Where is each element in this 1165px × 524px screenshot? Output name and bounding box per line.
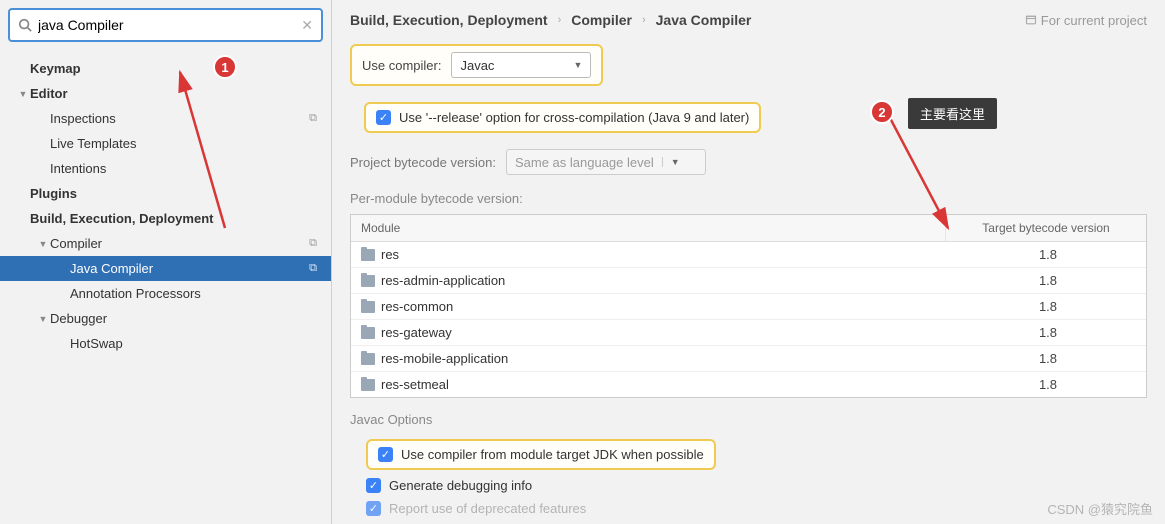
tree-arrow-icon: ▼: [36, 314, 50, 324]
tree-item-label: HotSwap: [70, 336, 323, 351]
opt-module-jdk-row: ✓ Use compiler from module target JDK wh…: [366, 439, 716, 470]
column-module[interactable]: Module: [351, 215, 946, 241]
tree-item-label: Debugger: [50, 311, 323, 326]
folder-icon: [361, 327, 375, 339]
tree-item-label: Intentions: [50, 161, 323, 176]
tree-item-editor[interactable]: ▼Editor: [0, 81, 331, 106]
search-input[interactable]: [38, 17, 301, 33]
tree-item-label: Java Compiler: [70, 261, 309, 276]
tree-item-plugins[interactable]: Plugins: [0, 181, 331, 206]
tree-item-keymap[interactable]: Keymap: [0, 56, 331, 81]
breadcrumb: Build, Execution, Deployment › Compiler …: [332, 0, 1165, 38]
tree-item-label: Editor: [30, 86, 323, 101]
tree-item-label: Compiler: [50, 236, 309, 251]
folder-icon: [361, 249, 375, 261]
copy-icon: ⧉: [309, 237, 317, 250]
project-scope-label: For current project: [1025, 13, 1147, 28]
javac-options-label: Javac Options: [350, 412, 1147, 427]
project-bytecode-select[interactable]: Same as language level ▼: [506, 149, 706, 175]
tree-arrow-icon: ▼: [36, 239, 50, 249]
table-row[interactable]: res 1.8: [351, 242, 1146, 268]
folder-icon: [361, 379, 375, 391]
search-box[interactable]: ✕: [8, 8, 323, 42]
tree-item-java-compiler[interactable]: Java Compiler⧉: [0, 256, 331, 281]
chevron-down-icon: ▼: [574, 60, 583, 70]
chevron-right-icon: ›: [558, 14, 562, 26]
use-compiler-select[interactable]: Javac ▼: [451, 52, 591, 78]
module-version[interactable]: 1.8: [950, 242, 1146, 267]
folder-icon: [361, 301, 375, 313]
tree-item-compiler[interactable]: ▼Compiler⧉: [0, 231, 331, 256]
breadcrumb-item[interactable]: Compiler: [571, 12, 632, 28]
module-version[interactable]: 1.8: [950, 372, 1146, 397]
breadcrumb-current: Java Compiler: [656, 12, 752, 28]
table-row[interactable]: res-common 1.8: [351, 294, 1146, 320]
tree-item-annotation-processors[interactable]: Annotation Processors: [0, 281, 331, 306]
settings-sidebar: ✕ Keymap▼EditorInspections⧉Live Template…: [0, 0, 332, 524]
watermark: CSDN @猿究院鱼: [1047, 499, 1153, 518]
tree-item-inspections[interactable]: Inspections⧉: [0, 106, 331, 131]
tree-item-debugger[interactable]: ▼Debugger: [0, 306, 331, 331]
release-option-row: ✓ Use '--release' option for cross-compi…: [364, 102, 761, 133]
module-name: res-mobile-application: [381, 351, 508, 366]
settings-tree: Keymap▼EditorInspections⧉Live TemplatesI…: [0, 50, 331, 362]
module-version[interactable]: 1.8: [950, 346, 1146, 371]
release-option-label: Use '--release' option for cross-compila…: [399, 110, 749, 125]
copy-icon: ⧉: [309, 262, 317, 275]
search-icon: [18, 18, 32, 32]
module-name: res-gateway: [381, 325, 452, 340]
tree-item-label: Plugins: [30, 186, 323, 201]
tree-item-label: Inspections: [50, 111, 309, 126]
annotation-badge-2: 2: [870, 100, 894, 124]
breadcrumb-item[interactable]: Build, Execution, Deployment: [350, 12, 548, 28]
module-name: res-setmeal: [381, 377, 449, 392]
module-name: res: [381, 247, 399, 262]
module-version[interactable]: 1.8: [950, 294, 1146, 319]
clear-search-icon[interactable]: ✕: [301, 17, 313, 34]
tree-item-label: Keymap: [30, 61, 323, 76]
copy-icon: ⧉: [309, 112, 317, 125]
release-checkbox[interactable]: ✓: [376, 110, 391, 125]
folder-icon: [361, 275, 375, 287]
per-module-label: Per-module bytecode version:: [350, 191, 1147, 206]
module-version[interactable]: 1.8: [950, 320, 1146, 345]
opt-module-jdk-checkbox[interactable]: ✓: [378, 447, 393, 462]
table-row[interactable]: res-mobile-application 1.8: [351, 346, 1146, 372]
tree-item-label: Build, Execution, Deployment: [30, 211, 323, 226]
opt-debug-label: Generate debugging info: [389, 478, 532, 493]
opt-deprecated-label: Report use of deprecated features: [389, 501, 586, 516]
annotation-badge-1: 1: [213, 55, 237, 79]
module-name: res-common: [381, 299, 453, 314]
tree-item-live-templates[interactable]: Live Templates: [0, 131, 331, 156]
tree-item-hotswap[interactable]: HotSwap: [0, 331, 331, 356]
table-row[interactable]: res-setmeal 1.8: [351, 372, 1146, 397]
annotation-tooltip: 主要看这里: [908, 98, 997, 129]
chevron-down-icon: ▼: [662, 157, 680, 167]
table-row[interactable]: res-admin-application 1.8: [351, 268, 1146, 294]
opt-debug-checkbox[interactable]: ✓: [366, 478, 381, 493]
module-name: res-admin-application: [381, 273, 505, 288]
tree-item-intentions[interactable]: Intentions: [0, 156, 331, 181]
module-version[interactable]: 1.8: [950, 268, 1146, 293]
use-compiler-label: Use compiler:: [362, 58, 441, 73]
tree-item-label: Annotation Processors: [70, 286, 323, 301]
tree-item-label: Live Templates: [50, 136, 323, 151]
opt-deprecated-checkbox[interactable]: ✓: [366, 501, 381, 516]
table-row[interactable]: res-gateway 1.8: [351, 320, 1146, 346]
use-compiler-group: Use compiler: Javac ▼: [350, 44, 603, 86]
settings-main: Build, Execution, Deployment › Compiler …: [332, 0, 1165, 524]
chevron-right-icon: ›: [642, 14, 646, 26]
project-bytecode-label: Project bytecode version:: [350, 155, 496, 170]
module-table: Module Target bytecode version res1.8res…: [350, 214, 1147, 398]
column-version[interactable]: Target bytecode version: [946, 215, 1146, 241]
tree-item-build-execution-deployment[interactable]: Build, Execution, Deployment: [0, 206, 331, 231]
folder-icon: [361, 353, 375, 365]
tree-arrow-icon: ▼: [16, 89, 30, 99]
